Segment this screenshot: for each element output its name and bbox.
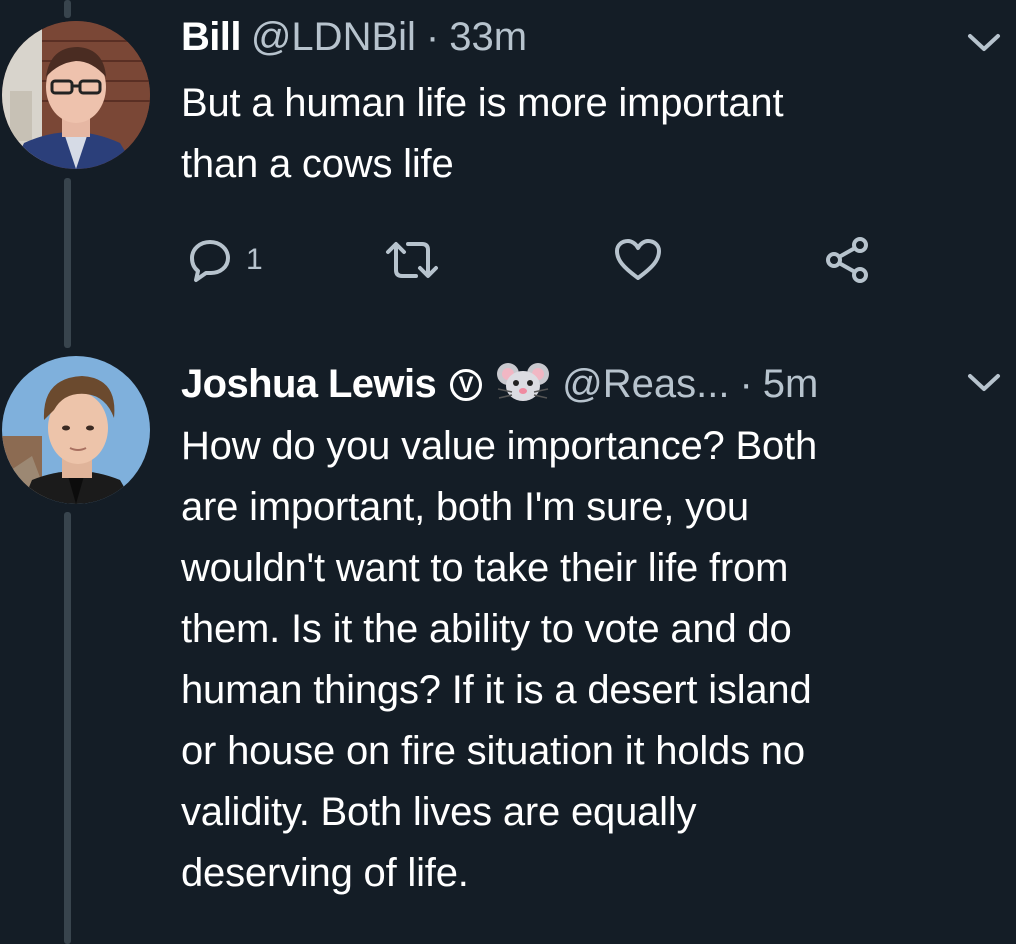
tweet2-text-line: them. Is it the ability to vote and do [181,607,792,651]
tweet1-author-handle[interactable]: @LDNBil [251,15,416,60]
thread-line-bottom [64,512,71,944]
tweet1-text-line: But a human life is more important [181,81,784,125]
share-button[interactable] [822,236,872,284]
tweet1-timestamp[interactable]: 33m [449,15,527,60]
avatar-joshua-lewis[interactable] [2,356,150,504]
avatar-bill[interactable] [2,21,150,169]
reply-button[interactable]: 1 [186,236,263,284]
tweet1-text: But a human life is more important than … [181,73,784,195]
tweet2-text-line: are important, both I'm sure, you [181,485,749,529]
tweet1-header: Bill @LDNBil · 33m [181,15,527,60]
tweet2-text-line: deserving of life. [181,851,469,895]
tweet2-text-line: How do you value importance? Both [181,424,817,468]
tweet2-author-name[interactable]: Joshua Lewis [181,362,437,407]
chevron-down-icon[interactable] [967,32,1001,54]
chevron-down-icon[interactable] [967,372,1001,394]
tweet2-author-handle[interactable]: @Reas... [562,362,729,407]
tweet1-separator: · [425,15,440,59]
reply-icon [190,240,230,282]
tweet2-timestamp[interactable]: 5m [763,362,819,407]
tweet1-text-line: than a cows life [181,142,454,186]
avatar-joshua-lewis-image [2,356,150,504]
share-icon [826,237,868,283]
mouse-emoji-icon [494,358,552,411]
tweet1-actions: 1 [186,236,886,284]
thread-line-middle [64,178,71,348]
tweet2-text: How do you value importance? Both are im… [181,416,817,904]
v-circle-badge-icon: V [450,368,483,401]
retweet-button[interactable] [382,236,442,284]
like-button[interactable] [613,236,663,284]
like-icon [615,239,661,280]
tweet2-separator: · [739,362,753,406]
thread-line-top [64,0,71,18]
reply-count: 1 [246,243,263,276]
avatar-bill-image [2,21,150,169]
tweet1-author-name[interactable]: Bill [181,15,241,60]
tweet2-text-line: validity. Both lives are equally [181,790,697,834]
retweet-icon [386,242,438,278]
tweet2-header: Joshua Lewis V @Reas... · 5m [181,358,818,411]
tweet2-text-line: wouldn't want to take their life from [181,546,789,590]
tweet2-text-line: human things? If it is a desert island [181,668,812,712]
tweet2-text-line: or house on fire situation it holds no [181,729,805,773]
